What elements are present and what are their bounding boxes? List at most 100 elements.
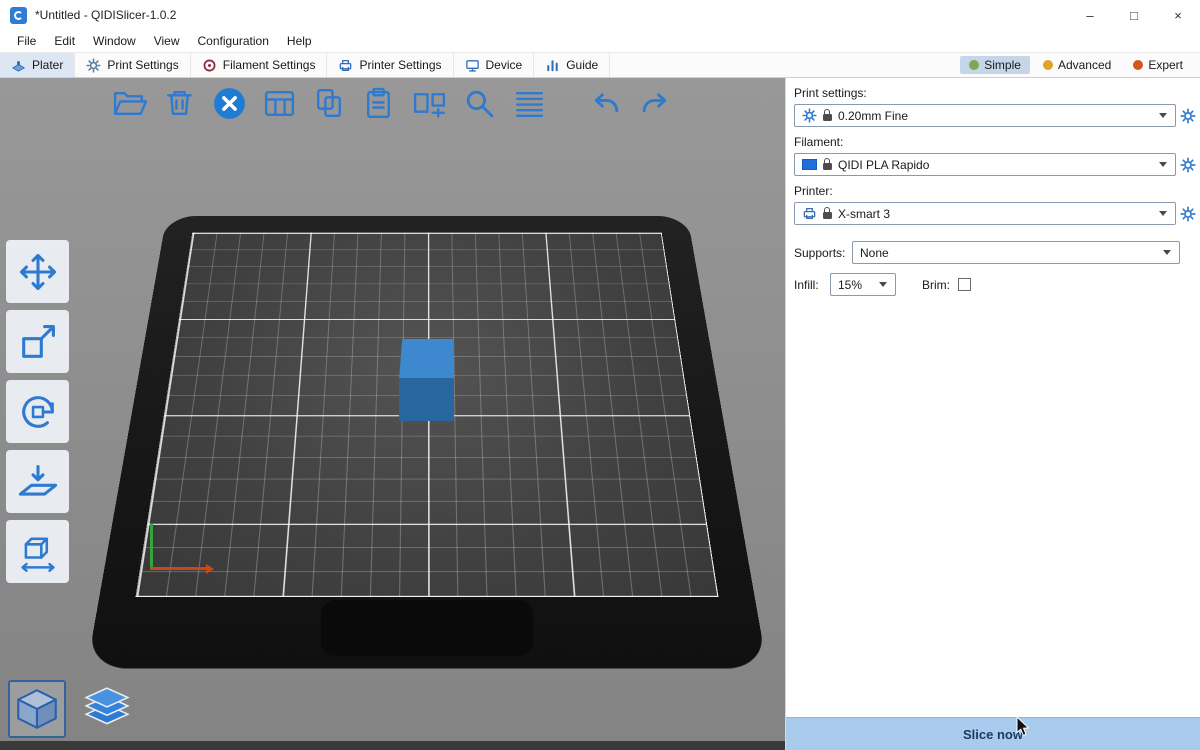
guide-bars-icon [545,58,560,73]
printer-label: Printer: [794,184,1196,198]
open-file-button[interactable] [110,84,148,122]
preset-gear-icon [802,108,817,123]
axis-x-indicator [150,567,206,570]
arrange-grid-icon [261,85,298,122]
paste-button[interactable] [360,84,398,122]
app-logo-icon [10,7,27,24]
cut-tool-button[interactable] [6,520,69,583]
filament-combo[interactable]: QIDI PLA Rapido [794,153,1176,176]
filament-color-swatch [802,159,817,170]
printer-icon [338,58,353,73]
dropdown-caret-icon [1163,250,1171,255]
tab-plater[interactable]: Plater [0,53,75,77]
move-icon [16,250,60,294]
model-cube-front-face[interactable] [399,378,454,421]
dropdown-caret-icon [879,282,887,287]
close-button[interactable]: × [1156,0,1200,30]
delete-all-button[interactable] [210,84,248,122]
tab-print-settings[interactable]: Print Settings [75,53,190,77]
preview-view-button[interactable] [78,680,136,738]
brim-label: Brim: [922,278,950,292]
infill-combo[interactable]: 15% [830,273,896,296]
editor-3d-cube-icon [12,684,62,734]
maximize-button[interactable]: □ [1112,0,1156,30]
menu-edit[interactable]: Edit [45,31,84,51]
filament-spool-icon [202,58,217,73]
place-on-face-tool-button[interactable] [6,450,69,513]
editor-view-button[interactable] [8,680,66,738]
model-cube-top-face[interactable] [399,339,454,379]
expert-mode-dot-icon [1133,60,1143,70]
rotate-icon [16,390,60,434]
tab-printer-settings[interactable]: Printer Settings [327,53,453,77]
supports-combo[interactable]: None [852,241,1180,264]
mode-simple[interactable]: Simple [960,56,1030,74]
tab-bar: Plater Print Settings Filament Settings … [0,52,1200,78]
tab-filament-settings[interactable]: Filament Settings [191,53,328,77]
filament-gear-button[interactable] [1180,157,1196,173]
split-objects-icon [411,85,448,122]
dropdown-caret-icon [1159,162,1167,167]
viewport-3d[interactable] [0,78,785,750]
menu-help[interactable]: Help [278,31,321,51]
undo-button[interactable] [586,84,624,122]
redo-button[interactable] [636,84,674,122]
menu-configuration[interactable]: Configuration [189,31,278,51]
minimize-button[interactable]: – [1068,0,1112,30]
plater-icon [11,58,26,73]
rotate-tool-button[interactable] [6,380,69,443]
move-tool-button[interactable] [6,240,69,303]
window-title: *Untitled - QIDISlicer-1.0.2 [35,8,176,22]
delete-button[interactable] [160,84,198,122]
infill-label: Infill: [794,278,830,292]
print-settings-gear-button[interactable] [1180,108,1196,124]
supports-label: Supports: [794,246,852,260]
menu-file[interactable]: File [8,31,45,51]
search-button[interactable] [460,84,498,122]
simple-mode-dot-icon [969,60,979,70]
open-folder-icon [111,85,148,122]
mode-advanced[interactable]: Advanced [1034,56,1120,74]
filament-label: Filament: [794,135,1196,149]
app-window: *Untitled - QIDISlicer-1.0.2 – □ × File … [0,0,1200,750]
lock-icon [823,114,832,121]
scale-icon [16,320,60,364]
window-controls: – □ × [1068,0,1200,30]
menu-window[interactable]: Window [84,31,145,51]
view-toggle [8,680,136,738]
paste-icon [361,85,398,122]
scale-tool-button[interactable] [6,310,69,373]
printer-gear-button[interactable] [1180,206,1196,222]
slice-now-button[interactable]: Slice now [786,717,1200,750]
redo-icon [637,85,674,122]
viewport-top-toolbar [110,84,674,122]
cut-icon [16,530,60,574]
dropdown-caret-icon [1159,211,1167,216]
lock-icon [823,212,832,219]
dropdown-caret-icon [1159,113,1167,118]
mouse-cursor [1016,716,1030,737]
viewport-left-toolbar [6,240,69,583]
menu-view[interactable]: View [145,31,189,51]
place-on-face-icon [16,460,60,504]
print-settings-label: Print settings: [794,86,1196,100]
menu-bar: File Edit Window View Configuration Help [0,30,1200,52]
variable-layer-height-icon [511,85,548,122]
viewport-bottom-strip [0,741,785,750]
settings-sidebar: Print settings: 0.20mm Fine Filament: QI… [785,78,1200,750]
arrange-button[interactable] [260,84,298,122]
delete-all-icon [211,85,248,122]
trash-icon [161,85,198,122]
tab-guide[interactable]: Guide [534,53,610,77]
printer-combo[interactable]: X-smart 3 [794,202,1176,225]
print-settings-combo[interactable]: 0.20mm Fine [794,104,1176,127]
brim-checkbox[interactable] [958,278,971,291]
copy-button[interactable] [310,84,348,122]
mode-expert[interactable]: Expert [1124,56,1192,74]
undo-icon [587,85,624,122]
tab-device[interactable]: Device [454,53,535,77]
variable-layer-height-button[interactable] [510,84,548,122]
printer-icon [802,206,817,221]
split-objects-button[interactable] [410,84,448,122]
advanced-mode-dot-icon [1043,60,1053,70]
